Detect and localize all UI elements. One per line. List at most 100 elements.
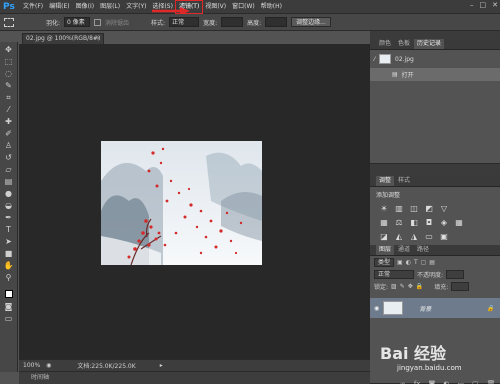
menu-image[interactable]: 图像(I) bbox=[73, 1, 97, 13]
exposure-icon[interactable]: ◩ bbox=[424, 204, 434, 213]
menu-window[interactable]: 窗口(W) bbox=[229, 1, 258, 13]
tab-swatches[interactable]: 色板 bbox=[395, 39, 413, 49]
document-image[interactable] bbox=[101, 141, 262, 265]
screen-mode-icon[interactable]: ▭ bbox=[4, 314, 14, 323]
antialias-checkbox[interactable] bbox=[94, 18, 102, 26]
new-layer-icon[interactable]: ▢ bbox=[472, 380, 479, 384]
minimize-button[interactable]: – bbox=[470, 1, 474, 9]
link-layers-icon[interactable]: ∞ bbox=[400, 380, 406, 384]
clone-stamp-icon[interactable]: ♙ bbox=[4, 141, 14, 150]
hand-tool-icon[interactable]: ✋ bbox=[4, 261, 14, 270]
curves-icon[interactable]: ◫ bbox=[409, 204, 419, 213]
width-input[interactable] bbox=[221, 17, 244, 27]
quick-mask-icon[interactable]: ◙ bbox=[4, 302, 14, 311]
vibrance-icon[interactable]: ▽ bbox=[439, 204, 449, 213]
filter-shape-icon[interactable]: ▢ bbox=[421, 259, 427, 266]
style-label: 样式: bbox=[151, 19, 166, 27]
history-snapshot[interactable]: ⁄ 02.jpg bbox=[370, 50, 500, 68]
layer-kind-select[interactable]: 类型 bbox=[374, 257, 395, 267]
path-select-icon[interactable]: ➤ bbox=[4, 237, 14, 246]
tab-paths[interactable]: 路径 bbox=[414, 245, 432, 255]
zoom-tool-icon[interactable]: ⚲ bbox=[4, 273, 14, 282]
add-mask-icon[interactable]: ◙ bbox=[428, 380, 435, 384]
lock-position-icon[interactable]: ✥ bbox=[408, 283, 413, 290]
tab-history[interactable]: 历史记录 bbox=[414, 39, 445, 49]
style-select[interactable]: 正常 bbox=[169, 17, 200, 27]
type-tool-icon[interactable]: T bbox=[4, 225, 14, 234]
filter-smart-icon[interactable]: ▤ bbox=[429, 259, 435, 266]
black-white-icon[interactable]: ◧ bbox=[409, 218, 419, 227]
history-step-label: 打开 bbox=[401, 72, 414, 79]
eyedropper-icon[interactable]: ⁄ bbox=[4, 105, 14, 114]
color-balance-icon[interactable]: ⚖ bbox=[394, 218, 404, 227]
close-button[interactable]: ✕ bbox=[492, 1, 498, 9]
history-step[interactable]: ▤ 打开 bbox=[370, 68, 500, 81]
lock-pixels-icon[interactable]: ▨ bbox=[391, 283, 397, 290]
posterize-icon[interactable]: ◭ bbox=[394, 232, 404, 241]
tab-adjustments[interactable]: 调整 bbox=[376, 176, 395, 186]
photo-filter-icon[interactable]: ◘ bbox=[424, 218, 434, 227]
hue-saturation-icon[interactable]: ▦ bbox=[379, 218, 389, 227]
crop-tool-icon[interactable]: ⌗ bbox=[4, 93, 14, 102]
close-tab-icon[interactable]: × bbox=[96, 34, 101, 44]
gradient-map-icon[interactable]: ▭ bbox=[424, 232, 434, 241]
threshold-icon[interactable]: ◮ bbox=[409, 232, 419, 241]
layer-name[interactable]: 背景 bbox=[419, 304, 431, 313]
menu-layer[interactable]: 图层(L) bbox=[97, 1, 123, 13]
menu-edit[interactable]: 编辑(E) bbox=[46, 1, 72, 13]
timeline-panel[interactable]: 时间轴 bbox=[19, 371, 370, 384]
menu-help[interactable]: 帮助(H) bbox=[258, 1, 285, 13]
channel-mixer-icon[interactable]: ◈ bbox=[439, 218, 449, 227]
color-swatch-icon[interactable] bbox=[4, 290, 14, 299]
brush-tool-icon[interactable]: ✐ bbox=[4, 129, 14, 138]
tab-styles[interactable]: 样式 bbox=[395, 176, 413, 186]
feather-input[interactable]: 0 像素 bbox=[64, 17, 91, 27]
menu-view[interactable]: 视图(V) bbox=[202, 1, 229, 13]
healing-brush-icon[interactable]: ✚ bbox=[4, 117, 14, 126]
color-lookup-icon[interactable]: ▦ bbox=[454, 218, 464, 227]
visibility-eye-icon[interactable]: ◉ bbox=[374, 305, 379, 312]
new-adjustment-icon[interactable]: ◐ bbox=[443, 380, 449, 384]
eraser-icon[interactable]: ▱ bbox=[4, 165, 14, 174]
lasso-tool-icon[interactable]: ◌ bbox=[4, 69, 14, 78]
tab-color[interactable]: 颜色 bbox=[376, 39, 394, 49]
status-info-icon[interactable]: ◉ bbox=[46, 362, 51, 369]
move-tool-icon[interactable]: ✥ bbox=[4, 45, 14, 54]
zoom-level[interactable]: 100% bbox=[23, 362, 40, 369]
dodge-icon[interactable]: ◒ bbox=[4, 201, 14, 210]
document-tab[interactable]: 02.jpg @ 100%(RGB/8#) × bbox=[22, 33, 104, 44]
filter-adjust-icon[interactable]: ◐ bbox=[406, 259, 411, 266]
layer-style-icon[interactable]: fx bbox=[414, 380, 421, 384]
layer-background[interactable]: ◉ 背景 🔒 bbox=[370, 298, 500, 318]
lock-paint-icon[interactable]: ✎ bbox=[400, 283, 405, 290]
refine-edge-button[interactable]: 调整边缘... bbox=[291, 17, 331, 27]
tab-layers[interactable]: 图层 bbox=[376, 245, 395, 255]
lock-all-icon[interactable]: 🔒 bbox=[416, 283, 423, 290]
blend-mode-select[interactable]: 正常 bbox=[374, 269, 414, 279]
status-bar: 100% ◉ 文档:225.0K/225.0K ▸ bbox=[19, 359, 370, 371]
marquee-tool-icon[interactable] bbox=[4, 17, 14, 27]
tab-channels[interactable]: 通道 bbox=[395, 245, 413, 255]
gradient-icon[interactable]: ▤ bbox=[4, 177, 14, 186]
height-input[interactable] bbox=[265, 17, 288, 27]
new-group-icon[interactable]: ▭ bbox=[457, 380, 464, 384]
history-brush-icon[interactable]: ↺ bbox=[4, 153, 14, 162]
rectangle-tool-icon[interactable]: ■ bbox=[4, 249, 14, 258]
filter-pixel-icon[interactable]: ▣ bbox=[397, 259, 403, 266]
maximize-button[interactable]: □ bbox=[480, 1, 487, 9]
marquee-tool-icon[interactable]: ⬚ bbox=[4, 57, 14, 66]
delete-layer-icon[interactable]: 🗑 bbox=[487, 380, 496, 384]
quick-select-icon[interactable]: ✎ bbox=[4, 81, 14, 90]
levels-icon[interactable]: ▥ bbox=[394, 204, 404, 213]
brightness-icon[interactable]: ☀ bbox=[379, 204, 389, 213]
pen-tool-icon[interactable]: ✒ bbox=[4, 213, 14, 222]
fill-input[interactable] bbox=[451, 281, 470, 291]
menu-type[interactable]: 文字(Y) bbox=[123, 1, 149, 13]
filter-type-icon[interactable]: T bbox=[414, 259, 418, 266]
selective-color-icon[interactable]: ▣ bbox=[439, 232, 449, 241]
opacity-input[interactable] bbox=[446, 269, 465, 279]
blur-icon[interactable]: ● bbox=[4, 189, 14, 198]
menu-file[interactable]: 文件(F) bbox=[20, 1, 46, 13]
invert-icon[interactable]: ◪ bbox=[379, 232, 389, 241]
status-arrow-icon[interactable]: ▸ bbox=[160, 362, 163, 369]
